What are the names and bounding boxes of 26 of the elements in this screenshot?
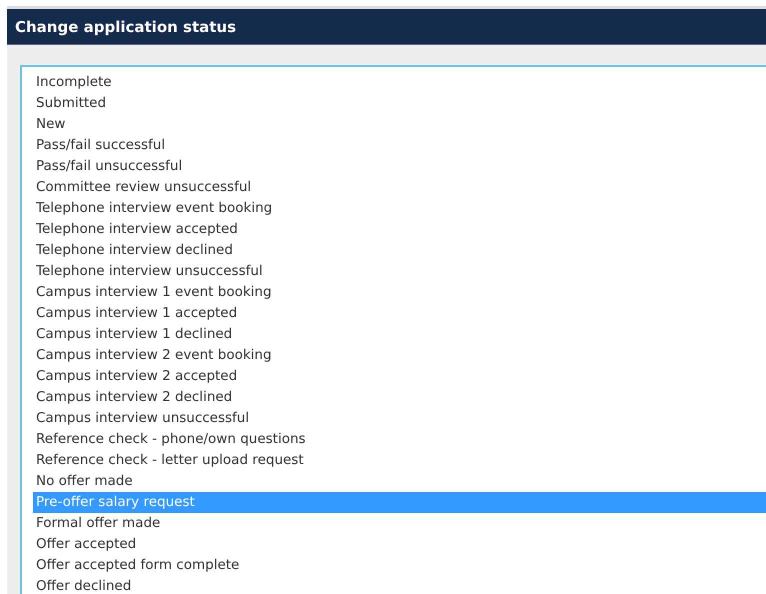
status-option[interactable]: Telephone interview unsuccessful bbox=[33, 261, 766, 282]
status-option[interactable]: Pass/fail successful bbox=[33, 135, 766, 156]
status-option[interactable]: Offer accepted bbox=[33, 534, 766, 555]
status-option[interactable]: No offer made bbox=[33, 471, 766, 492]
status-option[interactable]: Committee review unsuccessful bbox=[33, 177, 766, 198]
status-option[interactable]: Incomplete bbox=[33, 72, 766, 93]
status-option[interactable]: Formal offer made bbox=[33, 513, 766, 534]
status-option[interactable]: Campus interview 1 accepted bbox=[33, 303, 766, 324]
status-option[interactable]: Pass/fail unsuccessful bbox=[33, 156, 766, 177]
status-option[interactable]: Telephone interview event booking bbox=[33, 198, 766, 219]
status-option[interactable]: Telephone interview declined bbox=[33, 240, 766, 261]
status-option[interactable]: Campus interview 2 event booking bbox=[33, 345, 766, 366]
status-option[interactable]: Offer declined bbox=[33, 576, 766, 594]
dialog-title: Change application status bbox=[15, 18, 236, 36]
status-option[interactable]: Offer accepted form complete bbox=[33, 555, 766, 576]
status-option[interactable]: Campus interview 2 accepted bbox=[33, 366, 766, 387]
status-listbox[interactable] bbox=[20, 65, 766, 594]
status-option[interactable]: Telephone interview accepted bbox=[33, 219, 766, 240]
status-option[interactable]: Campus interview 2 declined bbox=[33, 387, 766, 408]
status-option[interactable]: Campus interview 1 declined bbox=[33, 324, 766, 345]
status-option[interactable]: Campus interview unsuccessful bbox=[33, 408, 766, 429]
status-option[interactable]: Campus interview 1 event booking bbox=[33, 282, 766, 303]
status-option[interactable]: Reference check - letter upload request bbox=[33, 450, 766, 471]
status-option[interactable]: Submitted bbox=[33, 93, 766, 114]
status-option[interactable]: New bbox=[33, 114, 766, 135]
status-option[interactable]: Reference check - phone/own questions bbox=[33, 429, 766, 450]
